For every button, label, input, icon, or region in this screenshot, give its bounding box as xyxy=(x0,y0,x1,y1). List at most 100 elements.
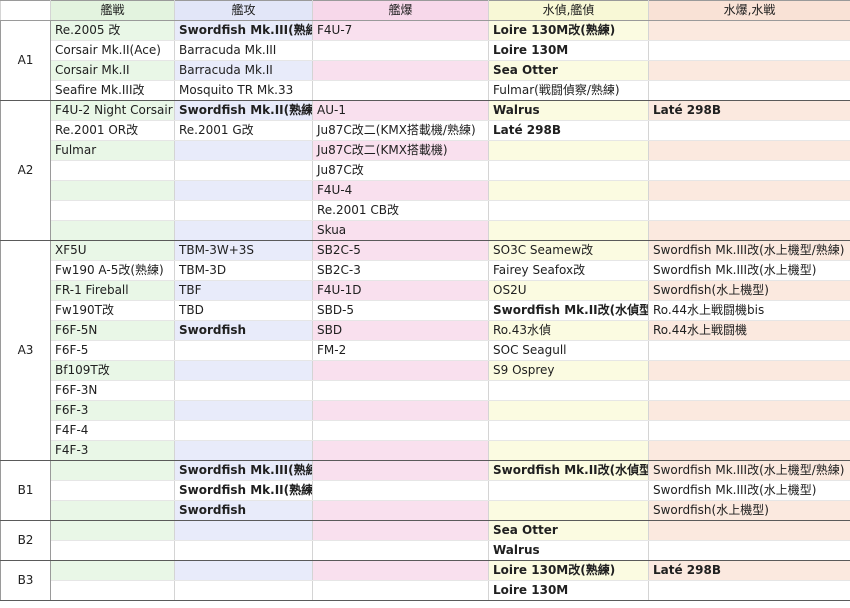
table-row: F6F-5N Swordfish SBD Ro.43水偵 Ro.44水上戦闘機 xyxy=(1,320,850,341)
cell-recon xyxy=(488,200,649,221)
table-body: A1 Re.2005 改 Swordfish Mk.III(熟練) F4U-7 Loir… xyxy=(0,20,850,601)
table-row: Fw190T改 TBD SBD-5 Swordfish Mk.II改(水偵型) Ro.4… xyxy=(1,300,850,321)
header-corner xyxy=(0,0,51,21)
cell-carrier-fighter xyxy=(50,580,175,601)
cell-recon xyxy=(488,220,649,241)
cell-dive-bomber xyxy=(312,360,489,381)
cell-seaplane: Laté 298B xyxy=(648,100,850,121)
cell-carrier-fighter xyxy=(50,500,175,521)
cell-recon xyxy=(488,440,649,461)
cell-carrier-fighter: Seafire Mk.III改 xyxy=(50,80,175,101)
cell-dive-bomber xyxy=(312,60,489,81)
cell-dive-bomber xyxy=(312,440,489,461)
cell-torpedo-bomber: Swordfish Mk.II(熟練) xyxy=(174,480,313,501)
cell-dive-bomber xyxy=(312,80,489,101)
cell-seaplane xyxy=(648,400,850,421)
cell-torpedo-bomber xyxy=(174,180,313,201)
table-row: B2 Sea Otter xyxy=(0,520,850,561)
cell-recon: Laté 298B xyxy=(488,120,649,141)
cell-dive-bomber: Ju87C改 xyxy=(312,160,489,181)
cell-carrier-fighter: Re.2005 改 xyxy=(50,20,175,41)
cell-seaplane xyxy=(648,140,850,161)
header-seaplane: 水爆,水戦 xyxy=(648,0,850,21)
cell-dive-bomber xyxy=(312,400,489,421)
cell-recon: Fulmar(戦闘偵察/熟練) xyxy=(488,80,649,101)
table-row: Re.2001 OR改 Re.2001 G改 Ju87C改二(KMX搭載機/熟練) L… xyxy=(1,120,850,141)
cell-seaplane xyxy=(648,80,850,101)
cell-carrier-fighter: Corsair Mk.II xyxy=(50,60,175,81)
cell-seaplane xyxy=(648,120,850,141)
cell-torpedo-bomber: Swordfish xyxy=(174,320,313,341)
cell-carrier-fighter xyxy=(50,560,175,581)
cell-seaplane xyxy=(648,160,850,181)
cell-recon: Swordfish Mk.II改(水偵型) xyxy=(488,460,649,481)
cell-carrier-fighter: Bf109T改 xyxy=(50,360,175,381)
cell-seaplane xyxy=(648,220,850,241)
cell-carrier-fighter xyxy=(50,220,175,241)
cell-dive-bomber: F4U-4 xyxy=(312,180,489,201)
cell-seaplane xyxy=(648,180,850,201)
cell-seaplane xyxy=(648,20,850,41)
table-row: A2 F4U-2 Night Corsair Swordfish Mk.II(熟練)… xyxy=(0,100,850,241)
cell-recon xyxy=(488,400,649,421)
cell-seaplane xyxy=(648,60,850,81)
cell-recon xyxy=(488,380,649,401)
cell-carrier-fighter: F6F-3N xyxy=(50,380,175,401)
cell-dive-bomber: SBD-5 xyxy=(312,300,489,321)
cell-recon: Fairey Seafox改 xyxy=(488,260,649,281)
cell-carrier-fighter: Re.2001 OR改 xyxy=(50,120,175,141)
cell-recon xyxy=(488,140,649,161)
cell-carrier-fighter: XF5U xyxy=(50,240,175,261)
cell-recon: SOC Seagull xyxy=(488,340,649,361)
cell-carrier-fighter xyxy=(50,460,175,481)
cell-recon: Walrus xyxy=(488,100,649,121)
cell-torpedo-bomber xyxy=(174,340,313,361)
cell-carrier-fighter: Corsair Mk.II(Ace) xyxy=(50,40,175,61)
table-row: Corsair Mk.II(Ace) Barracuda Mk.III Loire … xyxy=(1,40,850,61)
cell-carrier-fighter xyxy=(50,480,175,501)
cell-torpedo-bomber xyxy=(174,380,313,401)
table-row: Re.2001 CB改 xyxy=(1,200,850,221)
table-row: F4U-4 xyxy=(1,180,850,201)
table-row: Swordfish Swordfish(水上機型) xyxy=(1,500,850,521)
table-row: Skua xyxy=(1,220,850,241)
cell-dive-bomber xyxy=(312,560,489,581)
cell-recon: Loire 130M xyxy=(488,40,649,61)
cell-carrier-fighter: F6F-3 xyxy=(50,400,175,421)
cell-torpedo-bomber: Swordfish Mk.II(熟練) xyxy=(174,100,313,121)
cell-recon: Sea Otter xyxy=(488,60,649,81)
table-row: B1 Swordfish Mk.III(熟練) Swordfish Mk.II改(水… xyxy=(0,460,850,521)
cell-torpedo-bomber: TBM-3D xyxy=(174,260,313,281)
tier-label: A1 xyxy=(0,20,51,101)
cell-dive-bomber: SB2C-3 xyxy=(312,260,489,281)
cell-torpedo-bomber: TBM-3W+3S xyxy=(174,240,313,261)
cell-torpedo-bomber: Swordfish xyxy=(174,500,313,521)
cell-seaplane: Swordfish Mk.III改(水上機型) xyxy=(648,480,850,501)
cell-torpedo-bomber xyxy=(174,220,313,241)
cell-torpedo-bomber xyxy=(174,560,313,581)
cell-dive-bomber xyxy=(312,420,489,441)
cell-carrier-fighter xyxy=(50,540,175,561)
cell-seaplane: Swordfish(水上機型) xyxy=(648,500,850,521)
cell-seaplane xyxy=(648,340,850,361)
cell-torpedo-bomber xyxy=(174,160,313,181)
cell-carrier-fighter: F4U-2 Night Corsair xyxy=(50,100,175,121)
cell-torpedo-bomber xyxy=(174,400,313,421)
cell-torpedo-bomber: Barracuda Mk.II xyxy=(174,60,313,81)
table-row: Ju87C改 xyxy=(1,160,850,181)
cell-seaplane xyxy=(648,200,850,221)
cell-dive-bomber: Ju87C改二(KMX搭載機) xyxy=(312,140,489,161)
table-row: FR-1 Fireball TBF F4U-1D OS2U Swordfish(水上機型… xyxy=(1,280,850,301)
cell-torpedo-bomber: Re.2001 G改 xyxy=(174,120,313,141)
cell-seaplane: Ro.44水上戦闘機 xyxy=(648,320,850,341)
table-row: F4F-4 xyxy=(1,420,850,441)
cell-torpedo-bomber xyxy=(174,540,313,561)
cell-dive-bomber: Ju87C改二(KMX搭載機/熟練) xyxy=(312,120,489,141)
table-row: Walrus xyxy=(1,540,850,561)
cell-recon: Swordfish Mk.II改(水偵型) xyxy=(488,300,649,321)
cell-torpedo-bomber xyxy=(174,520,313,541)
cell-dive-bomber: F4U-7 xyxy=(312,20,489,41)
cell-seaplane xyxy=(648,40,850,61)
table-row: F6F-3 xyxy=(1,400,850,421)
header-dive-bomber: 艦爆 xyxy=(312,0,489,21)
